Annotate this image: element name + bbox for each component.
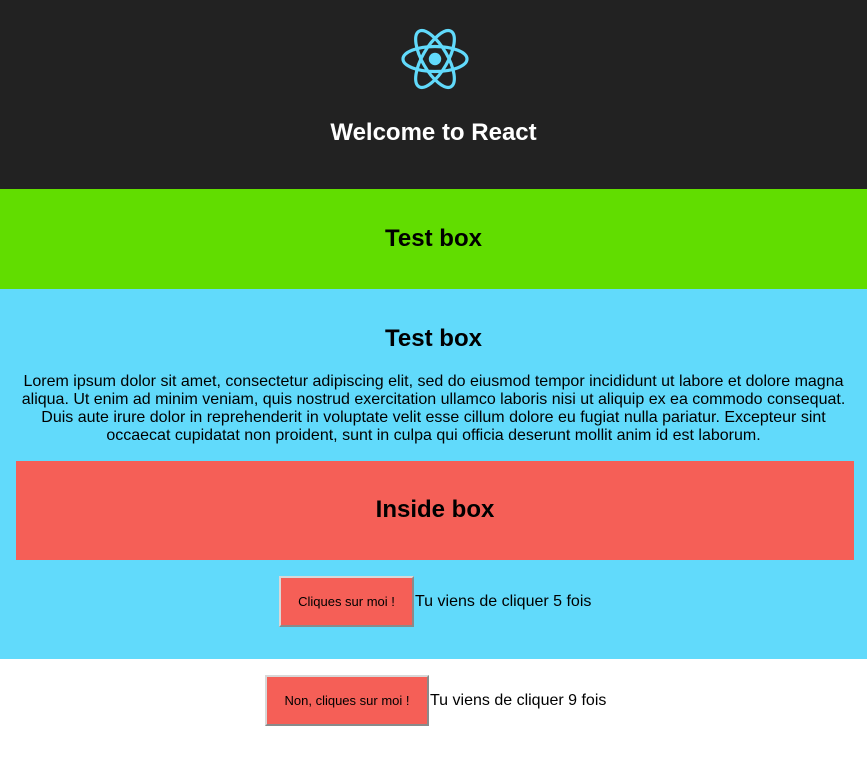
blue-test-box: Test box Lorem ipsum dolor sit amet, con… xyxy=(0,289,867,659)
click-count-text: Tu viens de cliquer 5 fois xyxy=(415,592,592,610)
no-click-me-button[interactable]: Non, cliques sur moi ! xyxy=(265,675,429,726)
green-test-box: Test box xyxy=(0,189,867,289)
click-count-text-outer: Tu viens de cliquer 9 fois xyxy=(430,691,607,709)
green-box-title: Test box xyxy=(385,225,482,252)
inside-box-title: Inside box xyxy=(375,496,495,523)
blue-box-title: Test box xyxy=(385,325,482,352)
page-title: Welcome to React xyxy=(330,119,537,146)
react-atom-icon xyxy=(401,28,469,90)
click-me-button[interactable]: Cliques sur moi ! xyxy=(279,576,414,627)
inside-box: Inside box xyxy=(16,461,854,560)
app-header: Welcome to React xyxy=(0,0,867,189)
lorem-paragraph: Lorem ipsum dolor sit amet, consectetur … xyxy=(21,373,846,444)
counter-row-inner: Cliques sur moi ! Tu viens de cliquer 5 … xyxy=(279,576,591,627)
counter-row-outer: Non, cliques sur moi ! Tu viens de cliqu… xyxy=(265,675,606,726)
